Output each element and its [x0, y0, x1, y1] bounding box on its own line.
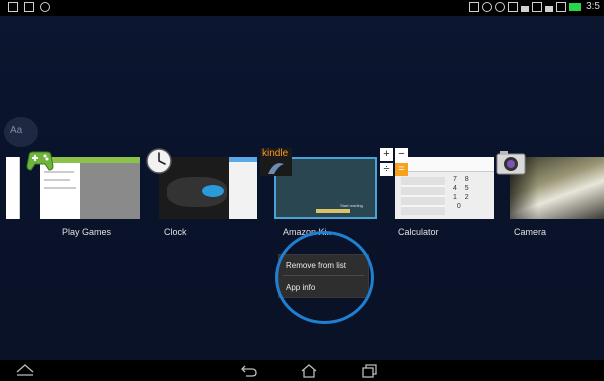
vibrate-icon	[469, 1, 480, 12]
chrome-icon	[40, 2, 50, 12]
calculator-thumbnail[interactable]: 7 8 4 5 1 2 0	[395, 157, 494, 219]
hide-keyboard-icon[interactable]	[16, 363, 34, 379]
play-games-thumbnail[interactable]	[40, 157, 140, 219]
data-icon	[508, 1, 519, 12]
gallery-icon	[8, 2, 18, 12]
ghost-app-icon: Aa	[4, 117, 38, 147]
clock-time: 3:5	[586, 1, 600, 12]
calc-key-1: 1	[453, 194, 457, 201]
recent-apps-icon[interactable]	[361, 363, 379, 380]
calc-key-4: 4	[453, 185, 457, 192]
calc-op-minus: −	[395, 148, 408, 161]
home-icon[interactable]	[300, 363, 318, 380]
calc-op-divide: ÷	[380, 163, 393, 176]
system-icons: 3:5	[469, 1, 600, 12]
clock-label: Clock	[164, 227, 187, 237]
screen-icon	[556, 1, 567, 12]
clock-thumbnail[interactable]	[159, 157, 257, 219]
play-games-label: Play Games	[62, 227, 112, 237]
sync-icon	[482, 1, 493, 12]
calc-key-5: 5	[464, 185, 469, 192]
notification-icons	[8, 2, 50, 12]
calc-key-0: 0	[456, 203, 461, 210]
signal-icon-2	[545, 1, 554, 12]
calc-key-7: 7	[453, 176, 457, 183]
battery-icon	[569, 2, 582, 11]
wifi-icon	[495, 1, 506, 12]
signal-icon	[521, 1, 530, 12]
calc-op-plus: +	[380, 148, 393, 161]
calc-key-8: 8	[464, 176, 469, 183]
data-icon-2	[532, 1, 543, 12]
calculator-label: Calculator	[398, 227, 439, 237]
clock-icon	[145, 147, 173, 175]
highlight-circle	[275, 231, 374, 324]
kindle-thumb-text: Start reading	[340, 203, 363, 208]
calc-op-equals: =	[395, 163, 408, 176]
calculator-icon: + − ÷ =	[380, 148, 408, 178]
calendar-icon	[24, 2, 34, 12]
recent-app-thumbnail-partial[interactable]	[6, 157, 20, 219]
back-icon[interactable]	[240, 363, 258, 379]
kindle-icon: kindle	[260, 148, 292, 176]
camera-icon	[496, 150, 526, 176]
play-games-icon	[25, 150, 55, 172]
camera-label: Camera	[514, 227, 547, 237]
status-bar: 3:5	[0, 0, 604, 16]
calc-key-2: 2	[464, 194, 469, 201]
navigation-bar	[0, 360, 604, 381]
